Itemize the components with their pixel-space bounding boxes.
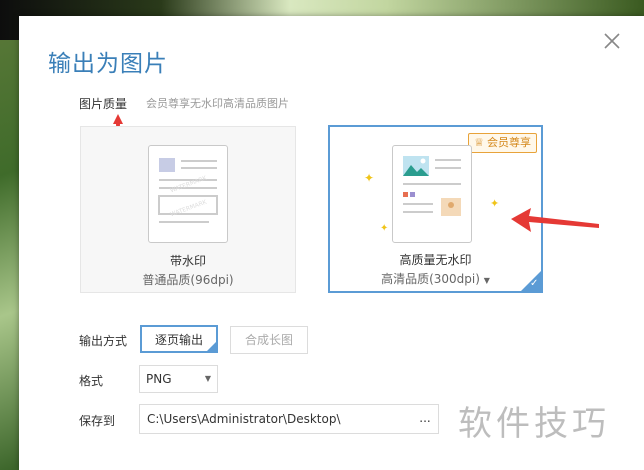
quality-hint: 会员尊享无水印高清品质图片 xyxy=(146,97,289,110)
card-subtitle: 普通品质(96dpi) xyxy=(142,273,234,287)
chevron-down-icon: ▼ xyxy=(204,374,211,383)
save-path-input[interactable]: C:\Users\Administrator\Desktop\ xyxy=(139,404,439,434)
quality-label: 图片质量 xyxy=(79,97,128,111)
browse-button[interactable]: ... xyxy=(412,405,438,433)
svg-text:WATERMARK: WATERMARK xyxy=(169,198,208,218)
document-watermark-icon: WATERMARK WATERMARK xyxy=(148,145,228,243)
card-subtitle[interactable]: 高清品质(300dpi) ▼ xyxy=(330,270,541,287)
sparkle-icon: ✦ xyxy=(364,171,375,185)
annotation-arrow-left-icon xyxy=(511,208,599,232)
dialog-title: 输出为图片 xyxy=(48,51,168,77)
save-to-label: 保存到 xyxy=(79,414,116,428)
watermark-text: 软件技巧 xyxy=(458,404,610,444)
dropdown-caret-icon: ▼ xyxy=(483,276,490,285)
vip-badge: ♕ 会员尊享 xyxy=(468,133,537,153)
card-title: 带水印 xyxy=(169,254,206,268)
sparkle-icon: ✦ xyxy=(490,197,500,210)
format-label: 格式 xyxy=(79,374,104,388)
merge-long-image-button[interactable]: 合成长图 xyxy=(230,326,308,354)
selected-corner-icon xyxy=(205,340,218,353)
svg-text:WATERMARK: WATERMARK xyxy=(169,174,208,194)
format-select[interactable]: PNG ▼ xyxy=(139,365,218,393)
document-hd-icon xyxy=(392,145,472,243)
selected-check-icon: ✓ xyxy=(520,270,542,292)
quality-option-watermark[interactable]: WATERMARK WATERMARK 带水印 普通品质(96dpi) xyxy=(80,126,296,293)
close-icon[interactable] xyxy=(601,30,623,52)
page-by-page-button[interactable]: 逐页输出 xyxy=(140,325,218,353)
output-mode-label: 输出方式 xyxy=(79,334,128,348)
crown-icon: ♕ xyxy=(474,136,484,149)
sparkle-icon: ✦ xyxy=(380,223,389,234)
card-title: 高质量无水印 xyxy=(399,253,472,267)
